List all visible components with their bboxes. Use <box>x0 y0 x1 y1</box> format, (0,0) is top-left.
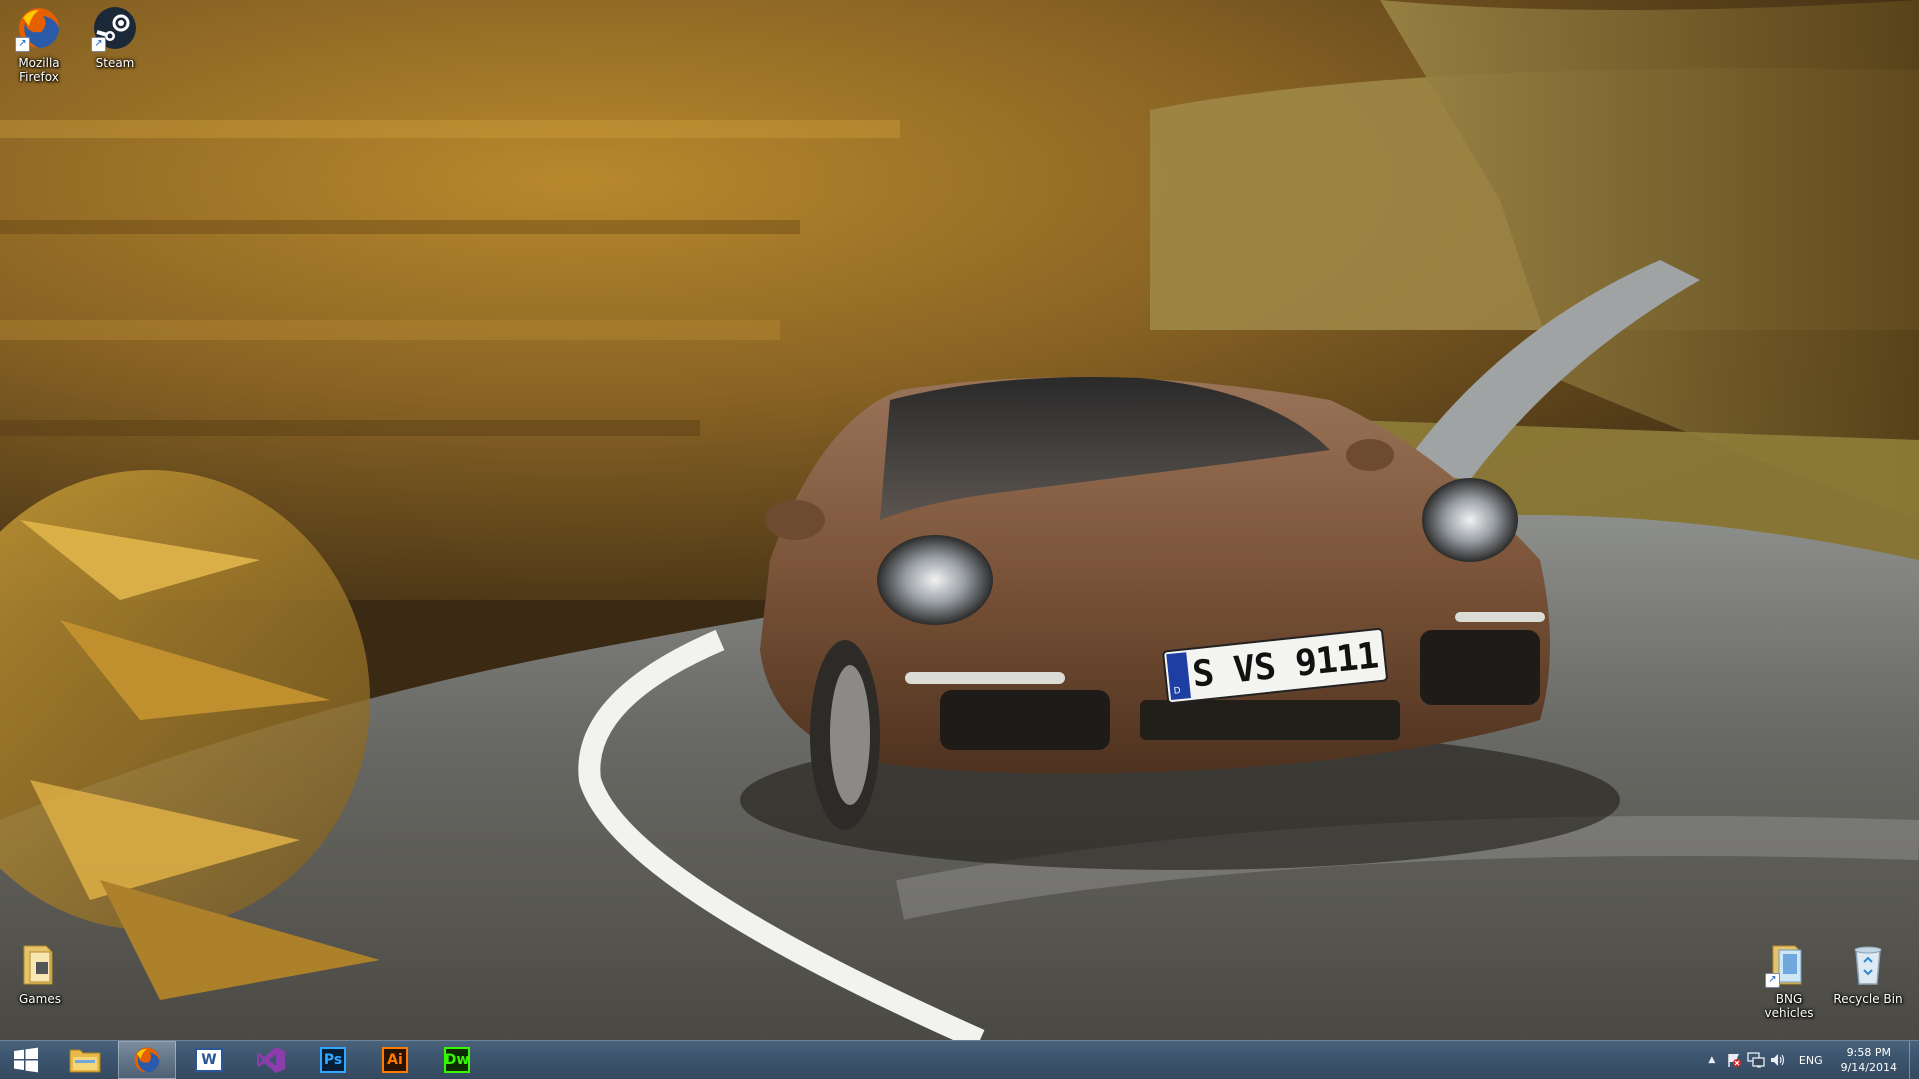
taskbar: W Ps Ai Dw ▲ ENG 9:58 PM 9/14/2014 <box>0 1040 1919 1079</box>
desktop-icon-recycle-bin[interactable]: Recycle Bin <box>1830 936 1906 1006</box>
taskbar-visual-studio[interactable] <box>242 1041 300 1079</box>
speaker-icon <box>1770 1054 1784 1066</box>
network-monitor-icon <box>1747 1052 1765 1068</box>
word-icon-label: W <box>201 1052 217 1068</box>
flag-icon <box>1728 1054 1741 1067</box>
taskbar-dreamweaver[interactable]: Dw <box>428 1041 486 1079</box>
network-icon[interactable] <box>1745 1041 1767 1079</box>
desktop-icon-steam[interactable]: ↗ Steam <box>80 0 150 70</box>
chevron-up-icon: ▲ <box>1708 1055 1716 1065</box>
dreamweaver-icon-label: Dw <box>444 1052 470 1068</box>
illustrator-icon: Ai <box>382 1047 408 1073</box>
firefox-icon: ↗ <box>15 4 63 52</box>
taskbar-file-explorer[interactable] <box>56 1041 114 1079</box>
shortcut-arrow-icon: ↗ <box>91 37 106 52</box>
desktop-icon-label: BNG vehicles <box>1764 992 1814 1020</box>
desktop-wallpaper: D S VS 9111 <box>0 0 1919 1040</box>
action-center-icon[interactable] <box>1723 1041 1745 1079</box>
illustrator-icon-label: Ai <box>387 1052 403 1068</box>
show-desktop-button[interactable] <box>1909 1041 1919 1079</box>
show-hidden-icons-button[interactable]: ▲ <box>1701 1041 1723 1079</box>
word-icon: W <box>195 1048 223 1072</box>
visual-studio-icon <box>257 1047 285 1073</box>
folder-icon <box>16 940 64 988</box>
desktop-icon-games[interactable]: Games <box>5 936 75 1006</box>
clock-date: 9/14/2014 <box>1840 1061 1897 1074</box>
system-tray: ▲ ENG 9:58 PM 9/14/2014 <box>1701 1041 1919 1079</box>
taskbar-word[interactable]: W <box>180 1041 238 1079</box>
folder-icon <box>69 1049 101 1073</box>
wallpaper-porsche-scene <box>0 0 1919 1040</box>
folder-icon: ↗ <box>1765 940 1813 988</box>
desktop-icon-label: Games <box>19 992 61 1006</box>
windows-start-icon <box>14 1047 38 1073</box>
firefox-icon <box>134 1047 160 1073</box>
photoshop-icon: Ps <box>320 1047 346 1073</box>
input-language-indicator[interactable]: ENG <box>1789 1054 1833 1067</box>
shortcut-arrow-icon: ↗ <box>1765 973 1780 988</box>
clock[interactable]: 9:58 PM 9/14/2014 <box>1833 1045 1909 1075</box>
dreamweaver-icon: Dw <box>444 1047 470 1073</box>
desktop-icon-label: Steam <box>95 56 135 70</box>
desktop-icon-label: Mozilla Firefox <box>18 56 60 84</box>
desktop-icon-firefox[interactable]: ↗ Mozilla Firefox <box>4 0 74 84</box>
clock-time: 9:58 PM <box>1846 1046 1891 1059</box>
volume-icon[interactable] <box>1767 1041 1789 1079</box>
taskbar-photoshop[interactable]: Ps <box>304 1041 362 1079</box>
taskbar-firefox[interactable] <box>118 1041 176 1079</box>
start-button[interactable] <box>0 1041 52 1079</box>
photoshop-icon-label: Ps <box>323 1052 343 1068</box>
shortcut-arrow-icon: ↗ <box>15 37 30 52</box>
taskbar-illustrator[interactable]: Ai <box>366 1041 424 1079</box>
desktop-icon-bng-vehicles[interactable]: ↗ BNG vehicles <box>1751 936 1827 1020</box>
desktop-icon-label: Recycle Bin <box>1833 992 1903 1006</box>
steam-icon: ↗ <box>91 4 139 52</box>
recycle-bin-icon <box>1844 940 1892 988</box>
